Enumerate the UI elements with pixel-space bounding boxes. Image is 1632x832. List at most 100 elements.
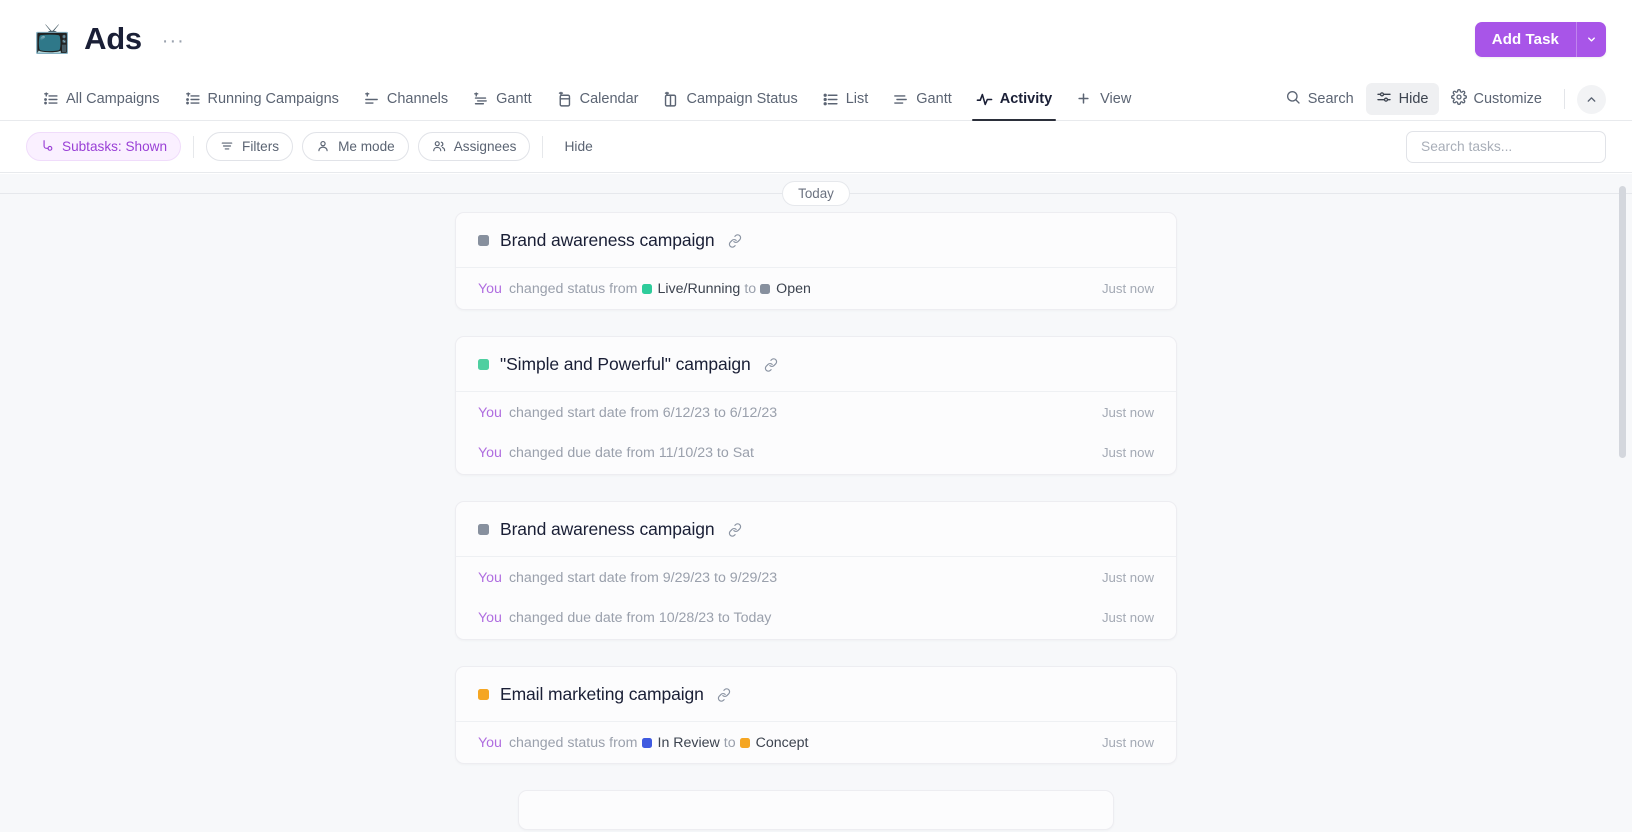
- activity-actor: You: [478, 444, 502, 461]
- status-from: Live/Running: [641, 280, 741, 297]
- vertical-scrollbar[interactable]: [1619, 186, 1626, 458]
- activity-middle: to: [723, 734, 736, 751]
- activity-timestamp: Just now: [1101, 735, 1154, 750]
- activity-row: You changed due date from 10/28/23 to To…: [456, 598, 1176, 639]
- page-title-group: 📺 Ads ···: [34, 21, 191, 57]
- activity-description: changed due date from 10/28/23 to Today: [508, 609, 772, 626]
- task-title[interactable]: "Simple and Powerful" campaign: [500, 354, 751, 375]
- tab-channels[interactable]: Channels: [351, 78, 460, 120]
- activity-description: changed status from: [508, 734, 638, 751]
- activity-card-header[interactable]: Email marketing campaign: [456, 667, 1176, 722]
- tab-calendar[interactable]: Calendar: [544, 78, 651, 120]
- task-title[interactable]: Brand awareness campaign: [500, 519, 715, 540]
- me-mode-label: Me mode: [338, 139, 395, 154]
- chevron-up-icon: [1587, 96, 1596, 102]
- tab-running-campaigns[interactable]: Running Campaigns: [172, 78, 351, 120]
- link-icon[interactable]: [728, 233, 742, 248]
- tab-activity[interactable]: Activity: [964, 78, 1064, 121]
- tab-label: List: [845, 91, 869, 107]
- add-view-button[interactable]: View: [1064, 78, 1143, 120]
- add-task-button[interactable]: Add Task: [1474, 21, 1606, 57]
- activity-actor: You: [478, 404, 502, 421]
- tab-label: All Campaigns: [66, 91, 160, 107]
- tab-gantt[interactable]: Gantt: [880, 78, 963, 120]
- activity-card[interactable]: Brand awareness campaign You changed sta…: [455, 501, 1177, 640]
- task-title[interactable]: Brand awareness campaign: [500, 230, 715, 251]
- link-icon[interactable]: [728, 522, 742, 537]
- activity-text: You changed due date from 11/10/23 to Sa…: [478, 445, 754, 461]
- search-tasks-box[interactable]: [1406, 130, 1606, 163]
- activity-timestamp: Just now: [1101, 610, 1154, 625]
- activity-row: You changed status from Live/Running to …: [456, 268, 1176, 309]
- activity-card-header[interactable]: Brand awareness campaign: [456, 502, 1176, 557]
- customize-button[interactable]: Customize: [1441, 83, 1553, 115]
- activity-timestamp: Just now: [1101, 281, 1154, 296]
- status-indicator: [478, 524, 489, 535]
- search-input[interactable]: [1419, 138, 1593, 155]
- filters-button[interactable]: Filters: [206, 132, 294, 161]
- tab-label: Campaign Status: [686, 91, 798, 107]
- status-from: In Review: [641, 734, 720, 751]
- view-tabbar: All Campaigns Running Campaigns Channels…: [0, 78, 1632, 121]
- assignees-label: Assignees: [453, 139, 517, 154]
- activity-text: You changed status from In Review to Con…: [478, 735, 812, 751]
- pinned-list-icon: [42, 91, 59, 108]
- activity-card-partial[interactable]: [518, 790, 1114, 830]
- status-to-label: Concept: [755, 734, 809, 751]
- status-dot: [641, 737, 652, 748]
- activity-card-header[interactable]: "Simple and Powerful" campaign: [456, 337, 1176, 392]
- more-options-icon[interactable]: ···: [156, 31, 191, 51]
- user-icon: [316, 139, 331, 154]
- link-icon[interactable]: [717, 687, 731, 702]
- assignees-button[interactable]: Assignees: [417, 132, 531, 161]
- activity-row: You changed due date from 11/10/23 to Sa…: [456, 433, 1176, 474]
- activity-actor: You: [478, 609, 502, 626]
- today-divider: Today: [0, 174, 1632, 212]
- status-to-label: Open: [776, 280, 811, 297]
- collapse-toolbar-button[interactable]: [1577, 84, 1606, 114]
- filter-divider: [193, 135, 195, 158]
- search-icon: [1285, 89, 1301, 109]
- link-icon[interactable]: [764, 357, 778, 372]
- status-dot: [739, 737, 750, 748]
- tab-label: Channels: [386, 91, 449, 107]
- activity-actor: You: [478, 280, 502, 297]
- activity-card[interactable]: Brand awareness campaign You changed sta…: [455, 212, 1177, 310]
- activity-card[interactable]: "Simple and Powerful" campaign You chang…: [455, 336, 1177, 475]
- activity-text: You changed status from Live/Running to …: [478, 281, 815, 297]
- status-to: Concept: [739, 734, 809, 751]
- activity-description: changed start date from 9/29/23 to 9/29/…: [508, 569, 778, 586]
- hide-button[interactable]: Hide: [1365, 83, 1439, 115]
- tab-gantt-pinned[interactable]: Gantt: [460, 78, 543, 120]
- subtasks-chip-label: Subtasks: Shown: [62, 139, 168, 154]
- status-from-label: Live/Running: [657, 280, 741, 297]
- tab-label: Gantt: [496, 91, 532, 107]
- hide-fields-button[interactable]: Hide: [555, 133, 601, 160]
- task-title[interactable]: Email marketing campaign: [500, 684, 704, 705]
- pinned-gantt-icon: [472, 91, 489, 108]
- tab-all-campaigns[interactable]: All Campaigns: [30, 78, 172, 120]
- plus-icon: [1076, 91, 1093, 108]
- status-from-label: In Review: [657, 734, 720, 751]
- tab-label: Gantt: [916, 91, 952, 107]
- pinned-board-icon: [363, 91, 380, 108]
- filters-label: Filters: [242, 139, 280, 154]
- activity-text: You changed start date from 6/12/23 to 6…: [478, 405, 777, 421]
- activity-card-header[interactable]: Brand awareness campaign: [456, 213, 1176, 268]
- activity-row: You changed start date from 6/12/23 to 6…: [456, 392, 1176, 433]
- activity-timestamp: Just now: [1101, 570, 1154, 585]
- status-to: Open: [760, 281, 811, 297]
- me-mode-button[interactable]: Me mode: [302, 132, 409, 161]
- status-dot: [641, 283, 652, 294]
- tab-campaign-status[interactable]: Campaign Status: [650, 78, 809, 120]
- search-button[interactable]: Search: [1275, 83, 1364, 115]
- television-icon: 📺: [34, 22, 71, 55]
- chevron-down-icon[interactable]: [1576, 21, 1606, 57]
- tab-list[interactable]: List: [810, 78, 881, 120]
- status-dot: [760, 283, 771, 294]
- activity-card[interactable]: Email marketing campaign You changed sta…: [455, 666, 1177, 764]
- activity-description: changed due date from 11/10/23 to Sat: [508, 444, 754, 461]
- subtasks-chip[interactable]: Subtasks: Shown: [26, 132, 182, 161]
- activity-timestamp: Just now: [1101, 405, 1154, 420]
- tabbar-spacer: [1143, 78, 1274, 120]
